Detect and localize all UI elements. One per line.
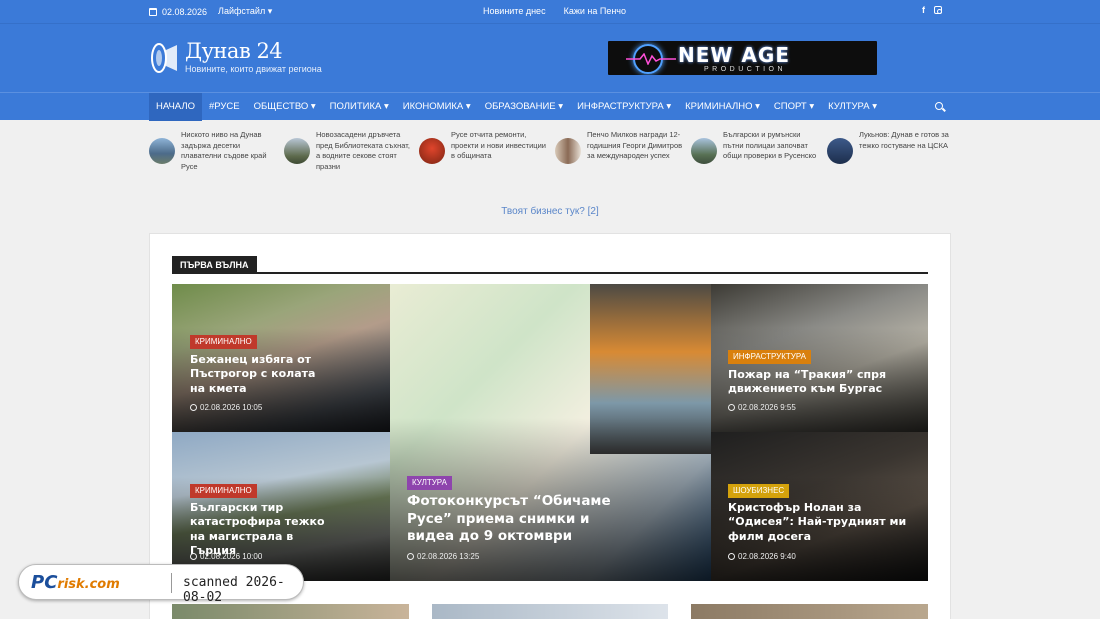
featured-article[interactable]: Инфраструктура Пожар на “Тракия” спря дв… — [711, 284, 928, 432]
calendar-icon — [149, 7, 157, 16]
nav-item-culture[interactable]: Култура ▾ — [821, 93, 884, 121]
category-badge[interactable]: Култура — [407, 476, 452, 490]
headline-ticker: Ниското ниво на Дунав задържа десетки пл… — [149, 130, 949, 176]
main-panel: ПЪРВА ВЪЛНА Криминално Бежанец избяга от… — [149, 233, 951, 619]
category-badge[interactable]: Криминално — [190, 335, 257, 349]
scan-date: scanned 2026-08-02 — [183, 575, 285, 605]
featured-article[interactable]: Шоубизнес Кристофър Нолан за “Одисея”: Н… — [711, 432, 928, 581]
featured-article[interactable]: Криминално Бежанец избяга от Пъстрогор с… — [172, 284, 390, 432]
ticker-headline[interactable]: Пенчо Милков награди 12-годишния Георги … — [587, 130, 687, 162]
pcrisk-watermark: PCrisk.com scanned 2026-08-02 — [18, 564, 304, 605]
nav-item-education[interactable]: Образование ▾ — [478, 93, 570, 121]
article-thumbnail[interactable] — [691, 604, 928, 619]
nav-item-society[interactable]: Общество ▾ — [247, 93, 323, 121]
ticker-thumbnail — [555, 138, 581, 164]
nav-item-economy[interactable]: Икономика ▾ — [396, 93, 478, 121]
ticker-item[interactable]: Пенчо Милков награди 12-годишния Георги … — [555, 130, 685, 176]
article-meta: 02.08.2026 10:05 — [190, 403, 262, 412]
top-link-news-today[interactable]: Новините днес — [483, 6, 546, 16]
top-links: Новините днес Кажи на Пенчо — [483, 6, 626, 16]
ticker-headline[interactable]: Български и румънски пътни полицаи започ… — [723, 130, 823, 162]
clock-icon — [728, 553, 735, 560]
ticker-item[interactable]: Русе отчита ремонти, проекти и нови инве… — [419, 130, 549, 176]
pcrisk-brand-suffix: risk.com — [57, 577, 120, 592]
article-title[interactable]: Фотоконкурсът “Обичаме Русе” приема сним… — [407, 493, 637, 546]
article-title[interactable]: Пожар на “Тракия” спря движението към Бу… — [728, 368, 918, 397]
ticker-item[interactable]: Ниското ниво на Дунав задържа десетки пл… — [149, 130, 279, 176]
pcrisk-brand: PC — [31, 572, 58, 593]
ad-banner[interactable]: NEW AGE PRODUCTION — [608, 41, 877, 75]
nav-item-sport[interactable]: Спорт ▾ — [767, 93, 821, 121]
ticker-thumbnail — [827, 138, 853, 164]
ticker-thumbnail — [419, 138, 445, 164]
top-bar: 02.08.2026 Лайфстайл ▾ Новините днес Каж… — [0, 0, 1100, 24]
instagram-icon[interactable] — [934, 6, 942, 14]
article-thumbnail[interactable] — [172, 604, 409, 619]
ticker-headline[interactable]: Русе отчита ремонти, проекти и нови инве… — [451, 130, 551, 162]
banner-title: NEW AGE — [678, 43, 790, 67]
featured-article-main[interactable]: Култура Фотоконкурсът “Обичаме Русе” при… — [390, 284, 711, 581]
clock-icon — [407, 553, 414, 560]
promo-link[interactable]: Твоят бизнес тук? [2] — [0, 206, 1100, 217]
site-header: Дунав 24 Новините, които движат региона … — [0, 24, 1100, 92]
pcrisk-logo: PCrisk.com — [31, 572, 120, 593]
ticker-thumbnail — [284, 138, 310, 164]
ticker-item[interactable]: Новозасадени дръвчета пред Библиотеката … — [284, 130, 414, 176]
clock-icon — [728, 404, 735, 411]
logo-icon[interactable] — [149, 40, 179, 76]
section-divider — [172, 272, 928, 274]
nav-items: Начало #Русе Общество ▾ Политика ▾ Иконо… — [149, 93, 884, 121]
article-meta: 02.08.2026 13:25 — [407, 552, 479, 561]
article-meta: 02.08.2026 9:40 — [728, 552, 796, 561]
article-title[interactable]: Бежанец избяга от Пъстрогор с колата на … — [190, 353, 330, 396]
pulse-icon — [626, 53, 676, 65]
site-tagline: Новините, които движат региона — [185, 64, 322, 74]
article-meta: 02.08.2026 9:55 — [728, 403, 796, 412]
current-date: 02.08.2026 — [162, 6, 208, 17]
banner-subtitle: PRODUCTION — [704, 66, 787, 73]
ticker-headline[interactable]: Лукьнов: Дунав е готов за тежко гостуван… — [859, 130, 959, 151]
category-badge[interactable]: Криминално — [190, 484, 257, 498]
watermark-divider — [171, 573, 172, 593]
ticker-item[interactable]: Български и румънски пътни полицаи започ… — [691, 130, 821, 176]
nav-item-infrastructure[interactable]: Инфраструктура ▾ — [570, 93, 678, 121]
article-thumbnail[interactable] — [432, 604, 668, 619]
lifestyle-menu[interactable]: Лайфстайл ▾ — [218, 6, 272, 17]
article-title[interactable]: Кристофър Нолан за “Одисея”: Най-трудния… — [728, 501, 918, 544]
article-date: 02.08.2026 9:40 — [738, 552, 796, 561]
top-link-tell-pencho[interactable]: Кажи на Пенчо — [564, 6, 626, 16]
main-nav: Начало #Русе Общество ▾ Политика ▾ Иконо… — [0, 92, 1100, 121]
ticker-thumbnail — [691, 138, 717, 164]
category-badge[interactable]: Инфраструктура — [728, 350, 811, 364]
article-date: 02.08.2026 10:00 — [200, 552, 263, 561]
top-bar-left: 02.08.2026 Лайфстайл ▾ — [149, 6, 272, 17]
nav-item-home[interactable]: Начало — [149, 93, 202, 121]
article-title[interactable]: Български тир катастрофира тежко на маги… — [190, 501, 340, 558]
facebook-icon[interactable]: f — [922, 5, 925, 15]
ticker-headline[interactable]: Новозасадени дръвчета пред Библиотеката … — [316, 130, 416, 172]
nav-item-crime[interactable]: Криминално ▾ — [678, 93, 767, 121]
nav-item-ruse[interactable]: #Русе — [202, 93, 247, 121]
clock-icon — [190, 553, 197, 560]
featured-article[interactable]: Криминално Български тир катастрофира те… — [172, 432, 390, 581]
social-links: f — [922, 5, 942, 15]
clock-icon — [190, 404, 197, 411]
search-icon[interactable] — [935, 102, 943, 110]
ticker-item[interactable]: Лукьнов: Дунав е готов за тежко гостуван… — [827, 130, 957, 176]
nav-item-politics[interactable]: Политика ▾ — [323, 93, 396, 121]
site-title[interactable]: Дунав 24 — [185, 39, 283, 63]
ticker-thumbnail — [149, 138, 175, 164]
article-date: 02.08.2026 13:25 — [417, 552, 480, 561]
article-date: 02.08.2026 10:05 — [200, 403, 263, 412]
article-meta: 02.08.2026 10:00 — [190, 552, 262, 561]
category-badge[interactable]: Шоубизнес — [728, 484, 790, 498]
ticker-headline[interactable]: Ниското ниво на Дунав задържа десетки пл… — [181, 130, 281, 172]
article-date: 02.08.2026 9:55 — [738, 403, 796, 412]
